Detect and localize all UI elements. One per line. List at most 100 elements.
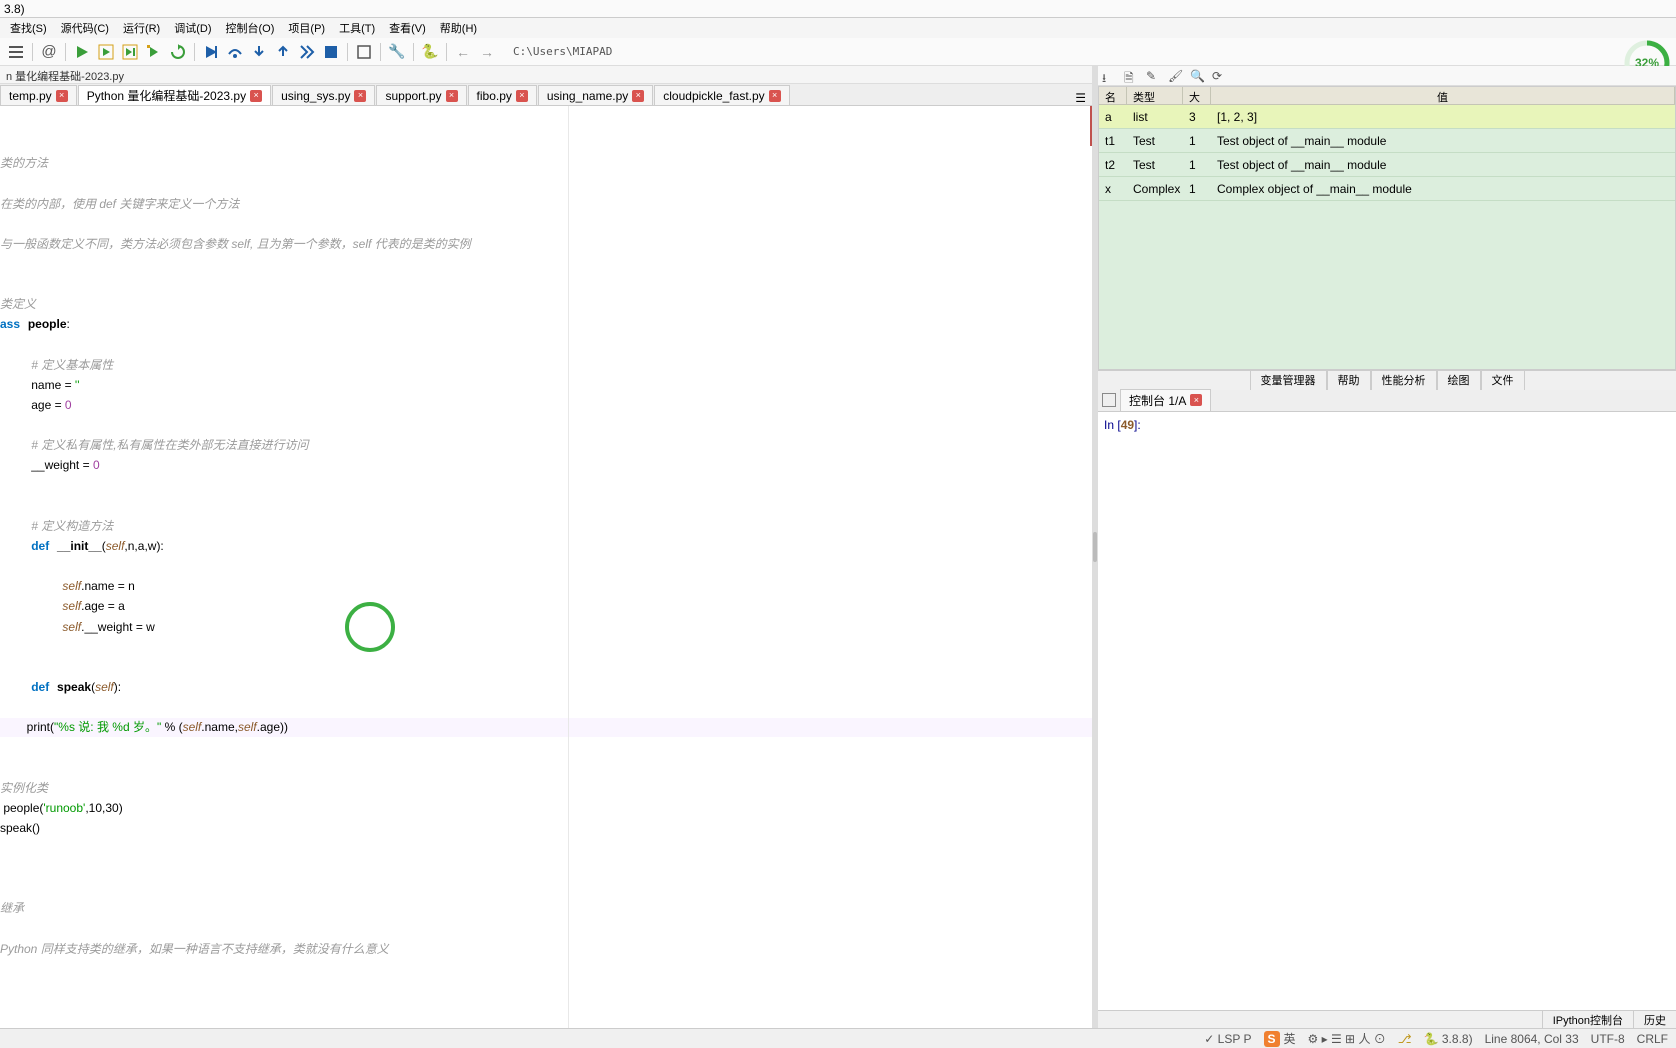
console-tabs: 控制台 1/A × — [1098, 390, 1676, 412]
menu-source[interactable]: 源代码(C) — [55, 18, 115, 38]
tab-using-sys[interactable]: using_sys.py× — [272, 85, 375, 105]
menu-find[interactable]: 查找(S) — [4, 18, 53, 38]
run-icon[interactable] — [72, 42, 92, 62]
menu-tools[interactable]: 工具(T) — [333, 18, 381, 38]
console-bottom-tabs: IPython控制台 历史 — [1098, 1010, 1676, 1028]
title-bar: 3.8) — [0, 0, 1676, 18]
separator — [65, 43, 66, 61]
outline-icon[interactable] — [6, 42, 26, 62]
step-into-icon[interactable] — [249, 42, 269, 62]
ime-indicator[interactable]: S 英 — [1264, 1030, 1296, 1047]
close-icon[interactable]: × — [1190, 394, 1202, 406]
tab-fibo[interactable]: fibo.py× — [468, 85, 537, 105]
step-out-icon[interactable] — [273, 42, 293, 62]
separator — [32, 43, 33, 61]
save-icon[interactable]: ⭳ — [1102, 69, 1116, 83]
vertical-splitter[interactable] — [1092, 66, 1098, 1028]
variable-header: 名称 类型 大小 值 — [1099, 87, 1675, 105]
edit-icon[interactable]: ✎ — [1146, 69, 1160, 83]
continue-icon[interactable] — [297, 42, 317, 62]
menu-run[interactable]: 运行(R) — [117, 18, 166, 38]
run-cell-advance-icon[interactable] — [120, 42, 140, 62]
editor-pane: n 量化编程基础-2023.py temp.py× Python 量化编程基础-… — [0, 66, 1092, 1028]
run-cell-icon[interactable] — [96, 42, 116, 62]
step-over-icon[interactable] — [225, 42, 245, 62]
separator — [380, 43, 381, 61]
editor-tabs: temp.py× Python 量化编程基础-2023.py× using_sy… — [0, 84, 1092, 106]
status-icons[interactable]: ⚙ ▸ ☰ ⊞ 人 ⊙ — [1308, 1030, 1386, 1047]
close-icon[interactable]: × — [56, 90, 68, 102]
cursor-position[interactable]: Line 8064, Col 33 — [1485, 1032, 1579, 1046]
tab-using-name[interactable]: using_name.py× — [538, 85, 653, 105]
search-icon[interactable]: 🔍 — [1190, 69, 1204, 83]
tab-support[interactable]: support.py× — [376, 85, 466, 105]
header-size[interactable]: 大小 — [1183, 87, 1211, 104]
menu-view[interactable]: 查看(V) — [383, 18, 432, 38]
debug-icon[interactable] — [201, 42, 221, 62]
stop-icon[interactable] — [321, 42, 341, 62]
close-icon[interactable]: × — [769, 90, 781, 102]
tab-history[interactable]: 历史 — [1633, 1011, 1676, 1028]
tab-files[interactable]: 文件 — [1481, 369, 1525, 391]
variable-row[interactable]: xComplex1Complex object of __main__ modu… — [1099, 177, 1675, 201]
forward-icon[interactable]: → — [477, 42, 497, 62]
close-icon[interactable]: × — [516, 90, 528, 102]
rerun-icon[interactable] — [168, 42, 188, 62]
close-icon[interactable]: × — [446, 90, 458, 102]
lsp-status[interactable]: ✓ LSP P — [1204, 1032, 1251, 1046]
tab-menu-icon[interactable]: ☰ — [1069, 91, 1092, 105]
status-bar: ✓ LSP P S 英 ⚙ ▸ ☰ ⊞ 人 ⊙ ⎇ 🐍 3.8.8) Line … — [0, 1028, 1676, 1048]
close-icon[interactable]: × — [250, 90, 262, 102]
close-icon[interactable]: × — [632, 90, 644, 102]
separator — [446, 43, 447, 61]
console-prompt: In [49]: — [1104, 418, 1670, 432]
header-value[interactable]: 值 — [1211, 87, 1675, 104]
tab-main[interactable]: Python 量化编程基础-2023.py× — [78, 85, 271, 105]
variable-row[interactable]: alist3[1, 2, 3] — [1099, 105, 1675, 129]
tab-temp[interactable]: temp.py× — [0, 85, 77, 105]
header-type[interactable]: 类型 — [1127, 87, 1183, 104]
code-editor[interactable]: 类的方法 在类的内部，使用 def 关键字来定义一个方法 与一般函数定义不同，类… — [0, 106, 1092, 1028]
tab-help[interactable]: 帮助 — [1327, 369, 1371, 391]
main-toolbar: @ 🔧 🐍 ← → C:\Users\MIAPAD — [0, 38, 1676, 66]
ipython-console[interactable]: In [49]: — [1098, 412, 1676, 1010]
window-title: 3.8) — [4, 2, 25, 16]
back-icon[interactable]: ← — [453, 42, 473, 62]
variable-row[interactable]: t1Test1Test object of __main__ module — [1099, 129, 1675, 153]
settings-icon[interactable]: 🔧 — [387, 42, 407, 62]
working-dir: C:\Users\MIAPAD — [513, 45, 612, 58]
close-icon[interactable]: × — [354, 90, 366, 102]
menu-bar: 查找(S) 源代码(C) 运行(R) 调试(D) 控制台(O) 项目(P) 工具… — [0, 18, 1676, 38]
variable-toolbar: ⭳ 🗎 ✎ 🖌 🔍 ⟳ — [1098, 66, 1676, 86]
menu-help[interactable]: 帮助(H) — [434, 18, 483, 38]
tab-plots[interactable]: 绘图 — [1437, 369, 1481, 391]
menu-debug[interactable]: 调试(D) — [168, 18, 217, 38]
brush-icon[interactable]: 🖌 — [1168, 69, 1182, 83]
variable-explorer: 名称 类型 大小 值 alist3[1, 2, 3]t1Test1Test ob… — [1098, 86, 1676, 370]
variable-row[interactable]: t2Test1Test object of __main__ module — [1099, 153, 1675, 177]
menu-console[interactable]: 控制台(O) — [220, 18, 281, 38]
tab-profiler[interactable]: 性能分析 — [1371, 369, 1437, 391]
max-icon[interactable] — [354, 42, 374, 62]
menu-project[interactable]: 项目(P) — [282, 18, 331, 38]
right-pane-tabs: 变量管理器 帮助 性能分析 绘图 文件 — [1098, 370, 1676, 390]
tab-ipython[interactable]: IPython控制台 — [1542, 1011, 1633, 1028]
at-icon[interactable]: @ — [39, 42, 59, 62]
tab-variables[interactable]: 变量管理器 — [1250, 369, 1327, 391]
tab-cloudpickle[interactable]: cloudpickle_fast.py× — [654, 85, 789, 105]
git-icon[interactable]: ⎇ — [1398, 1032, 1412, 1046]
right-pane: ⭳ 🗎 ✎ 🖌 🔍 ⟳ 名称 类型 大小 值 alist3[1, 2, 3]t1… — [1098, 66, 1676, 1028]
popout-icon[interactable] — [1102, 393, 1116, 407]
python-path-icon[interactable]: 🐍 — [420, 42, 440, 62]
run-selection-icon[interactable] — [144, 42, 164, 62]
breadcrumb: n 量化编程基础-2023.py — [0, 66, 1092, 84]
python-version[interactable]: 🐍 3.8.8) — [1424, 1032, 1473, 1046]
line-ending[interactable]: CRLF — [1637, 1032, 1668, 1046]
separator — [347, 43, 348, 61]
encoding[interactable]: UTF-8 — [1591, 1032, 1625, 1046]
copy-icon[interactable]: 🗎 — [1124, 69, 1138, 83]
refresh-icon[interactable]: ⟳ — [1212, 69, 1226, 83]
console-tab-1[interactable]: 控制台 1/A × — [1120, 389, 1211, 412]
header-name[interactable]: 名称 — [1099, 87, 1127, 104]
separator — [413, 43, 414, 61]
